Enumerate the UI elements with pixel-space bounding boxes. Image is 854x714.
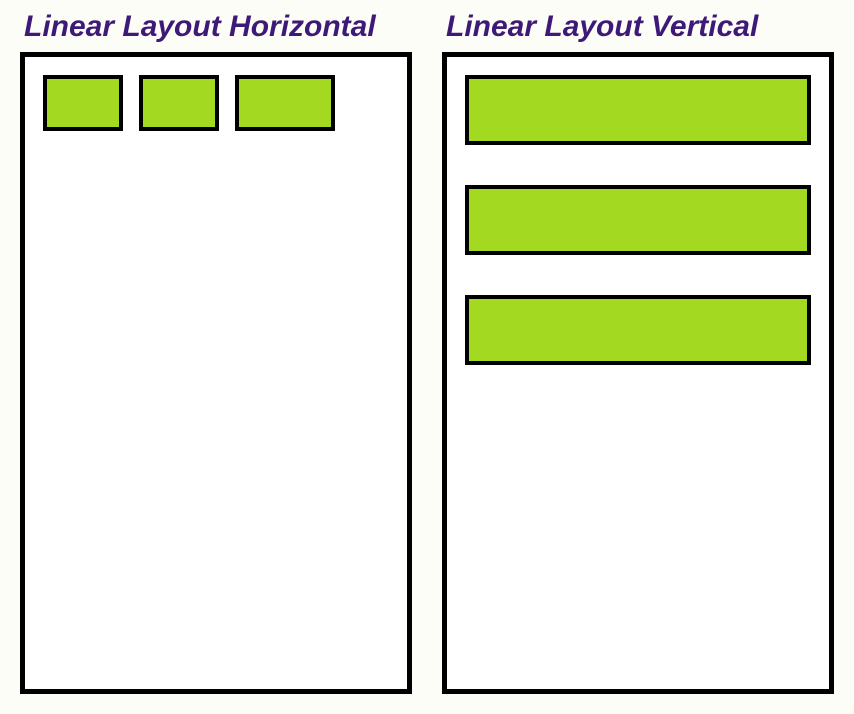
horizontal-layout-panel: Linear Layout Horizontal xyxy=(20,10,412,694)
vertical-layout-panel: Linear Layout Vertical xyxy=(442,10,834,694)
horizontal-block xyxy=(235,75,335,131)
horizontal-container xyxy=(20,52,412,694)
horizontal-block xyxy=(139,75,219,131)
horizontal-title: Linear Layout Horizontal xyxy=(20,10,412,44)
vertical-container xyxy=(442,52,834,694)
vertical-block xyxy=(465,185,811,255)
vertical-block xyxy=(465,295,811,365)
vertical-block xyxy=(465,75,811,145)
vertical-title: Linear Layout Vertical xyxy=(442,10,834,44)
horizontal-block xyxy=(43,75,123,131)
